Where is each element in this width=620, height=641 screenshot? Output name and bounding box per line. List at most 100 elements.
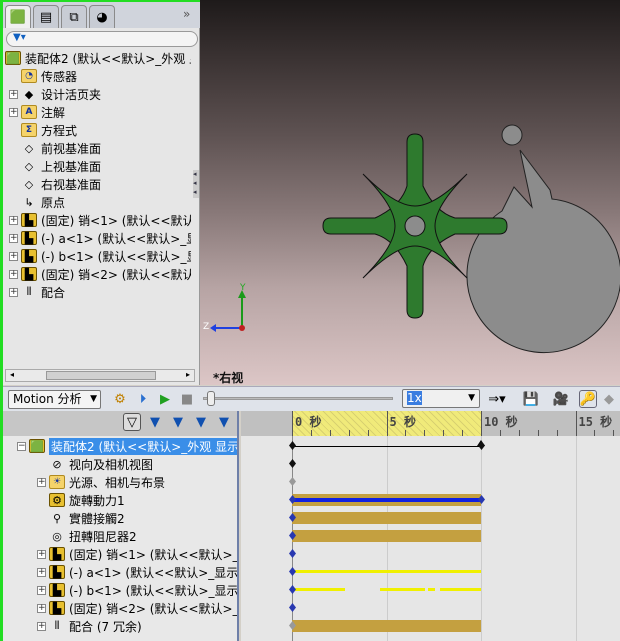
filter-selected-icon[interactable]: ▼ (169, 413, 187, 431)
play-icon[interactable]: ▶ (156, 390, 174, 408)
collapse-panel-handle[interactable]: ◂ ◂ ◂ (193, 170, 199, 198)
tree-item[interactable]: +Σ方程式 (9, 121, 191, 139)
motion-tree-item[interactable]: + ☀ 光源、相机与布景 (37, 473, 237, 491)
motion-tree-item[interactable]: + ⫴ 配合 (7 冗余) (37, 617, 237, 635)
expand-toggle[interactable]: + (9, 107, 18, 117)
tree-item[interactable]: +◇上视基准面 (9, 157, 191, 175)
tree-item[interactable]: +◇右视基准面 (9, 175, 191, 193)
playback-slider[interactable] (203, 391, 393, 406)
motion-track[interactable] (292, 570, 481, 573)
key-point[interactable] (289, 567, 296, 576)
graphics-viewport[interactable]: Y Z *右视 (200, 0, 620, 385)
key-point[interactable] (289, 603, 296, 612)
expand-toggle[interactable]: + (9, 89, 18, 99)
feature-track-bar[interactable] (292, 530, 481, 542)
add-update-key-icon[interactable]: ◆ (600, 390, 618, 408)
chevron-down-icon: ▼ (468, 393, 475, 403)
filter-driving-icon[interactable]: ▼ (146, 413, 164, 431)
expand-toggle[interactable]: + (37, 603, 46, 613)
tick-label: 15 秒 (578, 415, 613, 429)
tree-item[interactable]: + A 注解 (9, 103, 191, 121)
feature-track-bar[interactable] (292, 620, 481, 632)
playback-speed-select[interactable]: 1x ▼ (402, 389, 480, 408)
expand-toggle[interactable]: + (9, 215, 18, 225)
tree-filter-input[interactable]: ▼▾ (6, 31, 198, 47)
filter-all-icon[interactable]: ▼ (215, 413, 233, 431)
tree-item[interactable]: + ◆ 设计活页夹 (9, 85, 191, 103)
timeline-panel[interactable]: 0 秒 5 秒 10 秒 15 秒 (241, 411, 620, 641)
motion-tree-item[interactable]: +▙ (-) b<1> (默认<<默认>_显示状态 (37, 581, 237, 599)
stop-icon[interactable]: ■ (178, 390, 196, 408)
slider-thumb[interactable] (207, 391, 215, 406)
tree-item[interactable]: +◔传感器 (9, 67, 191, 85)
tree-item[interactable]: +◇前视基准面 (9, 139, 191, 157)
feature-tree-icon[interactable]: 🟩 (5, 5, 31, 28)
tree-item[interactable]: 🟩 装配体2 (默认<<默认>_外观 显示 (5, 49, 191, 67)
key-point[interactable] (289, 477, 296, 486)
save-animation-icon[interactable]: 💾 (522, 390, 540, 408)
motor-track[interactable] (292, 498, 481, 502)
calculate-icon[interactable]: ⚙ (111, 390, 129, 408)
motion-tree-item[interactable]: − 🟩 装配体2 (默认<<默认>_外观 显示状 (17, 437, 237, 455)
expand-toggle[interactable]: + (9, 251, 18, 261)
configuration-manager-icon[interactable]: ⧉ (61, 5, 87, 28)
time-ruler[interactable]: 0 秒 5 秒 10 秒 15 秒 (241, 411, 620, 436)
horizontal-scrollbar[interactable]: ◂ ▸ (5, 369, 195, 382)
motion-tree-item-label: 配合 (7 冗余) (69, 619, 142, 634)
animation-wizard-icon[interactable]: 🎥 (552, 390, 570, 408)
key-point[interactable] (289, 585, 296, 594)
motion-manager-tree: ▽ ▼ ▼ ▼ ▼ −🟩 装配体2 (默认<<默认>_外观 显示状 + ⊘ 视向及相机视… (3, 411, 239, 641)
motion-tree-item[interactable]: +⚙旋轉動力1 (37, 491, 237, 509)
expand-toggle[interactable]: + (9, 287, 18, 297)
tick-label: 0 秒 (295, 415, 322, 429)
motion-tree-item[interactable]: +▙ (固定) 销<2> (默认<<默认>_显示 (37, 599, 237, 617)
motion-track-segment[interactable] (380, 588, 425, 591)
key-point[interactable] (289, 549, 296, 558)
motion-tree-item[interactable]: +▙ (固定) 销<1> (默认<<默认>_显示 (37, 545, 237, 563)
motion-tree-item[interactable]: +⊘视向及相机视图 (37, 455, 237, 473)
motion-track-segment[interactable] (440, 588, 481, 591)
tree-item[interactable]: +↳原点 (9, 193, 191, 211)
scroll-right-button[interactable]: ▸ (182, 370, 194, 381)
motion-track-segment[interactable] (292, 588, 345, 591)
scroll-left-button[interactable]: ◂ (6, 370, 18, 381)
expand-toggle[interactable]: + (9, 233, 18, 243)
minor-tick (424, 430, 426, 436)
tree-item[interactable]: +▙ (固定) 销<1> (默认<<默认>_ (9, 211, 191, 229)
autokey-icon[interactable]: 🔑 (579, 390, 597, 408)
tree-item[interactable]: +▙ (固定) 销<2> (默认<<默认>_ (9, 265, 191, 283)
motion-tree-item-label: 视向及相机视图 (69, 457, 154, 472)
property-manager-icon[interactable]: ▤ (33, 5, 59, 28)
tree-item[interactable]: + ⫴ 配合 (9, 283, 191, 301)
playback-mode-icon[interactable]: ⇒▾ (484, 390, 510, 408)
display-manager-icon[interactable]: ◕ (89, 5, 115, 28)
key-point[interactable] (289, 459, 296, 468)
scrollbar-thumb[interactable] (46, 371, 156, 380)
play-from-start-icon[interactable]: ⏵ (134, 390, 152, 408)
expand-toggle[interactable]: + (37, 549, 46, 559)
key-point[interactable] (289, 441, 296, 450)
expand-toggle[interactable]: + (37, 585, 46, 595)
motion-tree-item[interactable]: +⚲實體接觸2 (37, 509, 237, 527)
motion-tree-item[interactable]: +▙ (-) a<1> (默认<<默认>_显示状态 (37, 563, 237, 581)
part-icon: ▙ (49, 583, 65, 597)
feature-track-bar[interactable] (292, 512, 481, 524)
assembly-icon: 🟩 (29, 439, 45, 453)
expand-toggle[interactable]: + (37, 567, 46, 577)
expand-toggle[interactable]: + (37, 621, 46, 631)
expand-toggle[interactable]: + (37, 477, 46, 487)
expand-toggle[interactable]: − (17, 441, 26, 451)
filter-results-icon[interactable]: ▼ (192, 413, 210, 431)
tree-item[interactable]: +▙ (-) a<1> (默认<<默认>_显示 (9, 229, 191, 247)
motion-track-segment[interactable] (428, 588, 435, 591)
minor-tick (329, 430, 331, 436)
assembly-track[interactable] (292, 446, 481, 447)
filter-animated-icon[interactable]: ▽ (123, 413, 141, 431)
expand-tabs-button[interactable]: » (183, 7, 190, 21)
minor-tick (556, 430, 558, 436)
study-type-select[interactable]: Motion 分析 ▼ (8, 390, 101, 409)
expand-toggle[interactable]: + (9, 269, 18, 279)
motion-tree-item[interactable]: +◎扭轉阻尼器2 (37, 527, 237, 545)
plane-icon: ◇ (24, 159, 34, 173)
tree-item[interactable]: +▙ (-) b<1> (默认<<默认>_显示 (9, 247, 191, 265)
